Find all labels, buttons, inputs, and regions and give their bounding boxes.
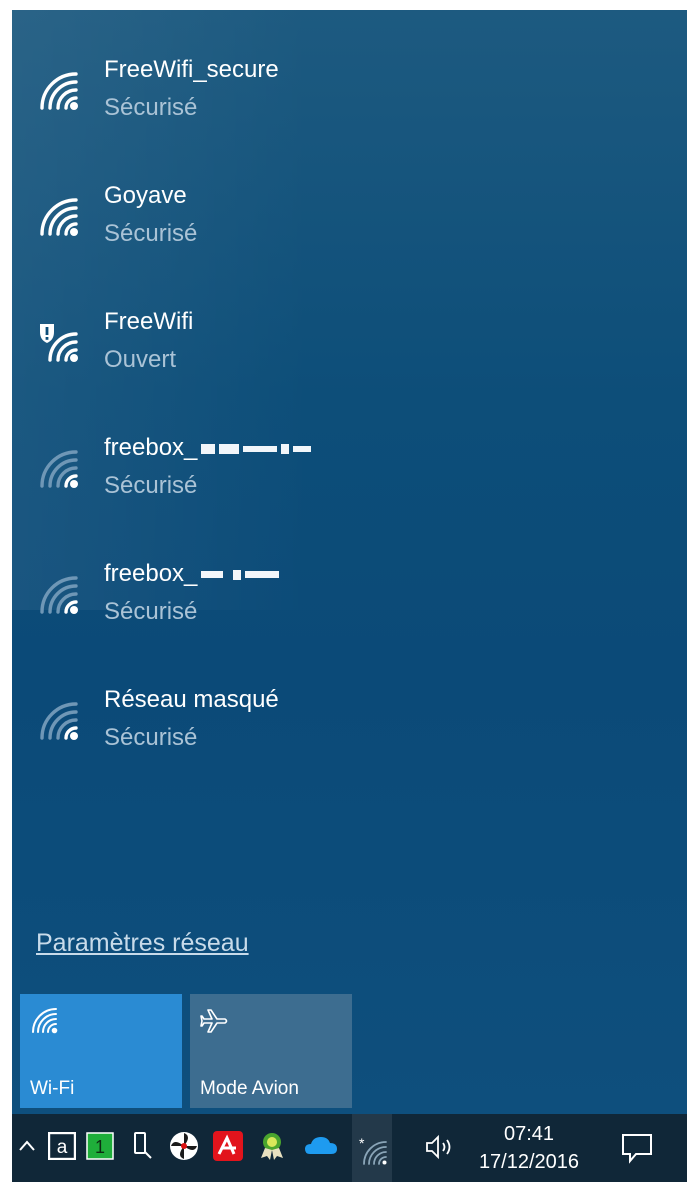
network-item[interactable]: freebox_ Sécurisé (12, 434, 687, 534)
wifi-toggle-tile[interactable]: Wi-Fi (20, 994, 182, 1108)
wifi-open-warning-icon (40, 324, 78, 362)
network-status: Ouvert (104, 346, 177, 373)
airplane-mode-tile[interactable]: Mode Avion (190, 994, 352, 1108)
green-one-icon[interactable]: 1 (86, 1132, 114, 1160)
tile-label: Wi-Fi (30, 1078, 75, 1099)
network-name-text: freebox_ (104, 560, 198, 587)
volume-icon[interactable] (424, 1134, 458, 1160)
network-status: Sécurisé (104, 472, 198, 499)
redacted-block (245, 571, 280, 579)
network-settings-link[interactable]: Paramètres réseau (36, 929, 249, 958)
wifi-signal-strong-icon (40, 198, 78, 236)
redacted-block (201, 571, 224, 579)
wifi-icon (32, 1008, 58, 1034)
svg-text:a: a (57, 1137, 68, 1158)
amazon-icon[interactable]: a (48, 1132, 76, 1160)
network-tray-button[interactable]: * (352, 1114, 392, 1182)
fan-icon[interactable] (168, 1130, 200, 1162)
onedrive-icon[interactable] (304, 1134, 338, 1158)
svg-text:1: 1 (95, 1137, 105, 1157)
wifi-signal-weak-icon (40, 450, 78, 488)
network-name: Goyave (104, 182, 187, 209)
network-name: freebox_ (104, 434, 312, 462)
usb-icon[interactable] (128, 1130, 156, 1162)
wifi-signal-weak-icon (40, 576, 78, 614)
network-status: Sécurisé (104, 724, 198, 751)
redacted-block (293, 445, 312, 452)
clock-date: 17/12/2016 (478, 1151, 580, 1173)
avira-icon[interactable] (212, 1130, 244, 1162)
tile-label: Mode Avion (200, 1078, 299, 1099)
redacted-block (219, 443, 240, 454)
network-name: freebox_ (104, 560, 280, 588)
network-item[interactable]: freebox_ Sécurisé (12, 560, 687, 660)
clock[interactable]: 07:41 17/12/2016 (464, 1120, 594, 1176)
redacted-block (281, 443, 290, 454)
network-item[interactable]: FreeWifi Ouvert (12, 308, 687, 408)
clock-time: 07:41 (503, 1123, 555, 1145)
network-item[interactable]: FreeWifi_secure Sécurisé (12, 56, 687, 156)
network-name: Réseau masqué (104, 686, 279, 713)
network-name: FreeWifi_secure (104, 56, 279, 83)
network-flyout: FreeWifi_secure Sécurisé Goyave Sécurisé (12, 10, 687, 1114)
airplane-icon (200, 1009, 228, 1033)
network-item[interactable]: Réseau masqué Sécurisé (12, 686, 687, 786)
taskbar: a 1 * 07:41 17/12/2016 (12, 1114, 687, 1182)
network-name: FreeWifi (104, 308, 194, 335)
redacted-block (201, 443, 216, 454)
ribbon-icon[interactable] (256, 1130, 288, 1162)
network-item[interactable]: Goyave Sécurisé (12, 182, 687, 282)
svg-text:*: * (359, 1136, 365, 1151)
network-status: Sécurisé (104, 94, 198, 121)
action-center-icon[interactable] (620, 1132, 654, 1164)
wifi-signal-weak-icon (40, 702, 78, 740)
wifi-tray-icon: * (359, 1136, 387, 1165)
network-status: Sécurisé (104, 598, 198, 625)
redacted-block (233, 569, 242, 580)
network-name-text: freebox_ (104, 434, 198, 461)
chevron-up-icon[interactable] (18, 1138, 36, 1154)
wifi-signal-strong-icon (40, 72, 78, 110)
network-status: Sécurisé (104, 220, 198, 247)
redacted-block (243, 445, 278, 452)
